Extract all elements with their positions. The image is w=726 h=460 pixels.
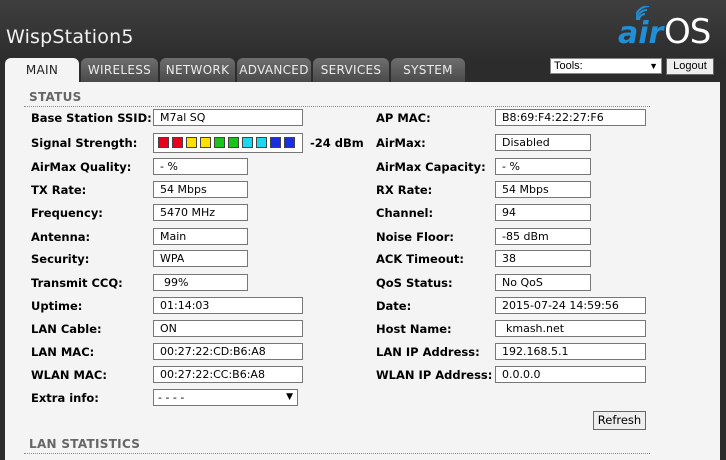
lan-cable-value: ON — [153, 320, 303, 337]
tab-advanced[interactable]: ADVANCED — [237, 58, 311, 82]
signal-strength-meter — [153, 133, 303, 153]
chevron-down-icon: ▼ — [286, 392, 293, 402]
signal-strength-label: Signal Strength: — [31, 136, 138, 150]
ssid-label: Base Station SSID: — [31, 111, 152, 125]
tab-main[interactable]: MAIN — [5, 58, 79, 84]
chevron-down-icon: ▼ — [649, 61, 658, 71]
lan-ip-value: 192.168.5.1 — [495, 343, 646, 360]
extra-info-select[interactable]: - - - - ▼ — [153, 389, 298, 406]
transmit-ccq-label: Transmit CCQ: — [31, 276, 123, 290]
wlan-mac-label: WLAN MAC: — [31, 368, 107, 382]
date-label: Date: — [376, 299, 412, 313]
logo-os-text: OS — [664, 12, 711, 52]
airmax-value: Disabled — [495, 134, 591, 151]
ap-mac-label: AP MAC: — [376, 111, 431, 125]
airmax-capacity-value: - % — [495, 158, 591, 175]
tx-rate-label: TX Rate: — [31, 183, 87, 197]
host-name-label: Host Name: — [376, 322, 452, 336]
frequency-label: Frequency: — [31, 206, 103, 220]
tools-select[interactable]: Tools: ▼ — [550, 58, 662, 74]
header-bar: WispStation5 air OS — [0, 0, 726, 58]
signal-segment — [284, 137, 295, 148]
signal-segment — [214, 137, 225, 148]
antenna-value: Main — [153, 228, 248, 245]
transmit-ccq-value: 99% — [153, 274, 248, 291]
channel-value: 94 — [495, 204, 591, 221]
frequency-value: 5470 MHz — [153, 204, 248, 221]
rx-rate-label: RX Rate: — [376, 183, 433, 197]
tab-wireless[interactable]: WIRELESS — [81, 58, 158, 82]
host-name-value: kmash.net — [495, 320, 646, 337]
wlan-mac-value: 00:27:22:CC:B6:A8 — [153, 366, 303, 383]
signal-segment — [200, 137, 211, 148]
tab-network[interactable]: NETWORK — [160, 58, 235, 82]
lan-mac-value: 00:27:22:CD:B6:A8 — [153, 343, 303, 360]
main-panel: STATUS Base Station SSID: M7al SQ Signal… — [5, 82, 720, 460]
noise-floor-label: Noise Floor: — [376, 230, 454, 244]
lan-statistics-title: LAN STATISTICS — [29, 437, 141, 451]
signal-segment — [186, 137, 197, 148]
extra-info-label: Extra info: — [31, 391, 99, 405]
airmax-quality-value: - % — [153, 158, 248, 175]
uptime-value: 01:14:03 — [153, 297, 303, 314]
tools-select-value: Tools: — [554, 60, 583, 72]
airmax-quality-label: AirMax Quality: — [31, 160, 132, 174]
wlan-ip-label: WLAN IP Address: — [376, 368, 493, 382]
status-section-title: STATUS — [29, 90, 82, 104]
tx-rate-value: 54 Mbps — [153, 181, 248, 198]
tab-system[interactable]: SYSTEM — [391, 58, 465, 82]
lan-ip-label: LAN IP Address: — [376, 345, 480, 359]
qos-status-value: No QoS — [495, 274, 591, 291]
status-divider — [24, 106, 650, 107]
date-value: 2015-07-24 14:59:56 — [495, 297, 646, 314]
logo-air-text: air — [618, 16, 664, 51]
refresh-button[interactable]: Refresh — [593, 411, 646, 430]
security-label: Security: — [31, 252, 90, 266]
logout-button[interactable]: Logout — [666, 58, 714, 75]
lan-mac-label: LAN MAC: — [31, 345, 95, 359]
channel-label: Channel: — [376, 206, 434, 220]
signal-segment — [172, 137, 183, 148]
airos-logo: air OS — [616, 4, 720, 52]
noise-floor-value: -85 dBm — [495, 228, 591, 245]
ack-timeout-value: 38 — [495, 250, 591, 267]
extra-info-select-value: - - - - — [158, 391, 185, 404]
signal-segment — [242, 137, 253, 148]
uptime-label: Uptime: — [31, 299, 83, 313]
security-value: WPA — [153, 250, 248, 267]
qos-status-label: QoS Status: — [376, 276, 453, 290]
antenna-label: Antenna: — [31, 230, 91, 244]
ack-timeout-label: ACK Timeout: — [376, 252, 465, 266]
rx-rate-value: 54 Mbps — [495, 181, 591, 198]
airmax-capacity-label: AirMax Capacity: — [376, 160, 486, 174]
signal-segment — [256, 137, 267, 148]
signal-strength-value: -24 dBm — [310, 136, 364, 150]
signal-segment — [270, 137, 281, 148]
airmax-label: AirMax: — [376, 136, 426, 150]
device-name: WispStation5 — [6, 26, 134, 48]
signal-segment — [158, 137, 169, 148]
lan-statistics-divider — [24, 453, 650, 454]
lan-cable-label: LAN Cable: — [31, 322, 102, 336]
wlan-ip-value: 0.0.0.0 — [495, 366, 646, 383]
signal-segment — [228, 137, 239, 148]
ssid-value: M7al SQ — [153, 109, 303, 126]
tab-services[interactable]: SERVICES — [313, 58, 389, 82]
ap-mac-value: B8:69:F4:22:27:F6 — [495, 109, 646, 126]
